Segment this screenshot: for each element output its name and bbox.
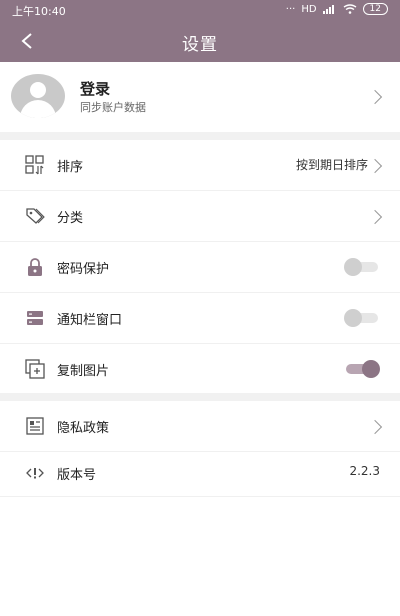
chevron-right-icon [367, 209, 383, 225]
chevron-right-icon [367, 158, 383, 174]
sort-grid-icon [25, 155, 44, 175]
login-title: 登录 [80, 80, 111, 98]
copy-image-icon [25, 359, 45, 379]
notification-window-icon [27, 311, 43, 325]
dots-icon: ··· [285, 3, 296, 15]
privacy-label: 隐私政策 [57, 421, 110, 436]
sort-row[interactable]: 排序 按到期日排序 [0, 140, 400, 191]
app-header: 上午10:40 ··· HD 12 设置 [0, 0, 400, 62]
copy-image-toggle[interactable] [346, 360, 380, 378]
code-icon [26, 468, 44, 479]
signal-icon [322, 5, 334, 14]
sort-label: 排序 [57, 160, 84, 175]
sort-value: 按到期日排序 [295, 158, 368, 172]
copy-image-row: 复制图片 [0, 344, 400, 395]
password-toggle[interactable] [344, 258, 378, 276]
network-label: HD [301, 3, 317, 15]
wifi-icon [343, 4, 356, 14]
tag-icon [26, 208, 45, 224]
page-title: 设置 [182, 35, 218, 55]
lock-icon [28, 258, 42, 276]
version-value: 2.2.3 [349, 464, 380, 478]
chevron-right-icon [367, 89, 383, 105]
login-subtitle: 同步账户数据 [80, 101, 146, 114]
password-label: 密码保护 [57, 262, 110, 277]
status-time: 上午10:40 [12, 5, 66, 18]
title-bar: 设置 [0, 22, 400, 62]
login-row[interactable]: 登录 同步账户数据 [0, 62, 400, 132]
status-icons: ··· HD 12 [286, 3, 388, 15]
notification-label: 通知栏窗口 [57, 313, 123, 328]
battery-icon: 12 [362, 3, 388, 15]
chevron-right-icon [367, 419, 383, 435]
password-row: 密码保护 [0, 242, 400, 293]
notification-row: 通知栏窗口 [0, 293, 400, 344]
copy-image-label: 复制图片 [57, 364, 110, 379]
version-row: 版本号 2.2.3 [0, 452, 400, 497]
avatar [11, 74, 65, 118]
section-divider [0, 132, 400, 140]
version-label: 版本号 [57, 468, 97, 483]
document-icon [26, 417, 44, 435]
privacy-row[interactable]: 隐私政策 [0, 401, 400, 452]
category-label: 分类 [57, 211, 84, 226]
category-row[interactable]: 分类 [0, 191, 400, 242]
status-bar: 上午10:40 ··· HD 12 [0, 0, 400, 20]
section-divider [0, 393, 400, 401]
notification-toggle[interactable] [344, 309, 378, 327]
